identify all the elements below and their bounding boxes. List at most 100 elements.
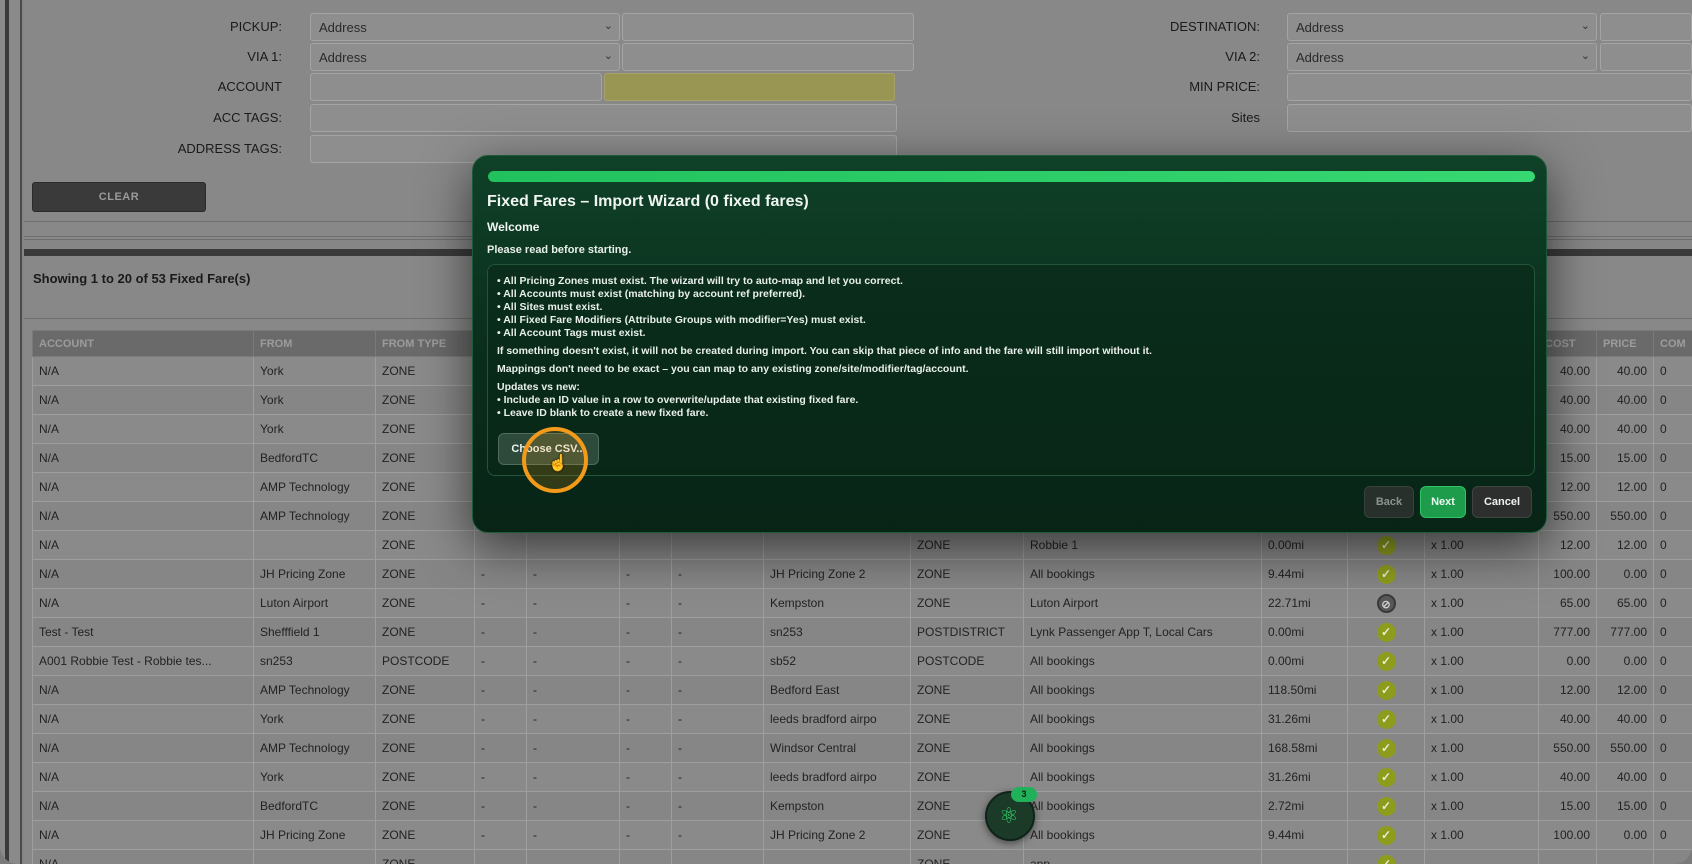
check-circle-icon: ✓ xyxy=(1376,767,1396,787)
via2-detail-input[interactable] xyxy=(1600,43,1692,71)
table-cell xyxy=(253,530,376,560)
table-cell: All bookings xyxy=(1023,675,1262,705)
table-row[interactable]: N/A AMP Technology ZONE - - - - Bedford East ZON… xyxy=(32,675,1692,705)
table-cell: x 1.00 xyxy=(1424,675,1539,705)
table-row[interactable]: N/A ZONE ZONE app ✓ xyxy=(32,849,1692,864)
info-line: • All Account Tags must exist. xyxy=(497,327,646,339)
table-cell: 15.00 xyxy=(1538,443,1597,473)
back-button[interactable]: Back xyxy=(1364,486,1414,518)
status-cell: ✓ xyxy=(1347,733,1425,763)
table-cell: All bookings xyxy=(1023,733,1262,763)
table-cell: All bookings xyxy=(1023,646,1262,676)
check-circle-icon: ✓ xyxy=(1376,622,1396,642)
table-cell: N/A xyxy=(32,588,254,618)
table-row[interactable]: N/A JH Pricing Zone ZONE - - - - JH Pricing Zon… xyxy=(32,820,1692,850)
table-cell xyxy=(1261,849,1348,864)
table-cell: 0 xyxy=(1653,704,1692,734)
table-cell: 40.00 xyxy=(1596,762,1654,792)
info-line: • All Pricing Zones must exist. The wiza… xyxy=(497,275,903,287)
table-cell: N/A xyxy=(32,849,254,864)
table-cell: 40.00 xyxy=(1538,414,1597,444)
sites-input[interactable] xyxy=(1287,104,1692,132)
table-cell: A001 Robbie Test - Robbie tes... xyxy=(32,646,254,676)
table-cell: ZONE xyxy=(375,530,475,560)
cancel-button[interactable]: Cancel xyxy=(1472,486,1532,518)
assistant-fab[interactable]: ⚛ 3 xyxy=(985,787,1037,841)
table-cell: 40.00 xyxy=(1596,385,1654,415)
app-window: PICKUP: Address ⌄ DESTINATION: Address ⌄… xyxy=(0,0,1692,864)
table-cell xyxy=(671,530,764,560)
destination-detail-input[interactable] xyxy=(1600,13,1692,41)
table-cell: N/A xyxy=(32,443,254,473)
status-cell: ✓ xyxy=(1347,675,1425,705)
table-cell: - xyxy=(619,704,672,734)
table-cell: 12.00 xyxy=(1596,472,1654,502)
table-cell: York xyxy=(253,356,376,386)
column-header[interactable]: COST xyxy=(1538,330,1597,357)
table-cell: 0.00 xyxy=(1596,646,1654,676)
table-cell: 0 xyxy=(1653,530,1692,560)
table-cell: All bookings xyxy=(1023,762,1262,792)
table-cell: 0 xyxy=(1653,559,1692,589)
table-cell: ZONE xyxy=(910,588,1024,618)
check-circle-icon: ✓ xyxy=(1376,854,1396,864)
table-row[interactable]: N/A JH Pricing Zone ZONE - - - - JH Pricing Zon… xyxy=(32,559,1692,589)
column-header[interactable]: FROM TYPE xyxy=(375,330,475,357)
min-price-input[interactable] xyxy=(1287,73,1692,101)
column-header[interactable]: ACCOUNT xyxy=(32,330,254,357)
status-cell: ✓ xyxy=(1347,820,1425,850)
table-cell: York xyxy=(253,762,376,792)
table-cell: - xyxy=(671,704,764,734)
table-cell xyxy=(671,849,764,864)
table-row[interactable]: A001 Robbie Test - Robbie tes... sn253 POS… xyxy=(32,646,1692,676)
column-header[interactable]: FROM xyxy=(253,330,376,357)
atom-icon: ⚛ xyxy=(999,803,1019,828)
clear-button[interactable]: CLEAR xyxy=(32,182,206,212)
table-row[interactable]: N/A ZONE ZONE Robbie 1 0.00mi ✓ x 1.00 12.00 12.… xyxy=(32,530,1692,560)
chevron-down-icon: ⌄ xyxy=(603,50,613,62)
table-cell: ZONE xyxy=(375,414,475,444)
results-count: Showing 1 to 20 of 53 Fixed Fare(s) xyxy=(33,271,251,286)
table-cell: - xyxy=(671,820,764,850)
account-name-field[interactable] xyxy=(604,73,895,101)
pickup-select[interactable]: Address ⌄ xyxy=(310,13,620,41)
table-cell: - xyxy=(671,646,764,676)
table-cell: x 1.00 xyxy=(1424,820,1539,850)
table-cell: N/A xyxy=(32,530,254,560)
via2-select[interactable]: Address ⌄ xyxy=(1287,43,1597,71)
wizard-progress-bar xyxy=(488,171,1535,182)
info-line: If something doesn't exist, it will not … xyxy=(497,345,1152,357)
acc-tags-input[interactable] xyxy=(310,104,897,132)
table-row[interactable]: N/A Luton Airport ZONE - - - - Kempston ZONE Luto… xyxy=(32,588,1692,618)
table-cell: ZONE xyxy=(375,559,475,589)
column-header[interactable]: PRICE xyxy=(1596,330,1654,357)
table-cell: 40.00 xyxy=(1538,704,1597,734)
via1-select[interactable]: Address ⌄ xyxy=(310,43,620,71)
table-cell: N/A xyxy=(32,472,254,502)
table-cell: ZONE xyxy=(375,762,475,792)
table-cell: Bedford East xyxy=(763,675,911,705)
column-header[interactable]: COM xyxy=(1653,330,1692,357)
hand-pointer-icon: ☝ xyxy=(548,455,568,472)
table-row[interactable]: Test - Test Shefffield 1 ZONE - - - - sn253 POST… xyxy=(32,617,1692,647)
table-cell: - xyxy=(474,820,527,850)
table-cell: N/A xyxy=(32,501,254,531)
via1-detail-input[interactable] xyxy=(622,43,914,71)
table-row[interactable]: N/A York ZONE - - - - leeds bradford airpo ZONE A… xyxy=(32,762,1692,792)
table-cell: 40.00 xyxy=(1596,704,1654,734)
table-cell xyxy=(526,530,620,560)
account-input[interactable] xyxy=(310,73,602,101)
check-circle-icon: ✓ xyxy=(1376,651,1396,671)
table-cell: N/A xyxy=(32,385,254,415)
table-cell: - xyxy=(526,791,620,821)
table-cell: AMP Technology xyxy=(253,501,376,531)
table-cell: - xyxy=(526,617,620,647)
table-row[interactable]: N/A BedfordTC ZONE - - - - Kempston ZONE All book… xyxy=(32,791,1692,821)
table-cell: 550.00 xyxy=(1538,733,1597,763)
table-row[interactable]: N/A AMP Technology ZONE - - - - Windsor Central… xyxy=(32,733,1692,763)
acc-tags-label: ACC TAGS: xyxy=(213,110,282,125)
pickup-detail-input[interactable] xyxy=(622,13,914,41)
next-button[interactable]: Next xyxy=(1420,486,1466,518)
destination-select[interactable]: Address ⌄ xyxy=(1287,13,1597,41)
table-row[interactable]: N/A York ZONE - - - - leeds bradford airpo ZONE A… xyxy=(32,704,1692,734)
